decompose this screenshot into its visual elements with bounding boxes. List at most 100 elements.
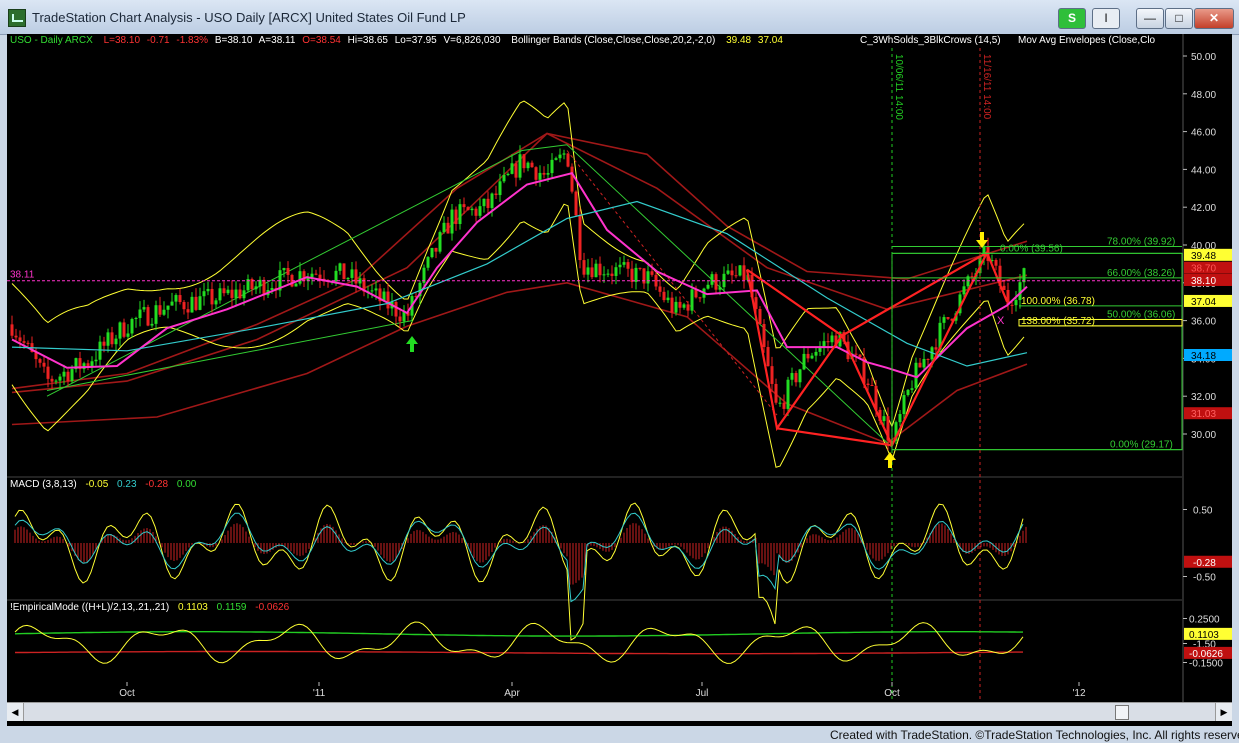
ma-long-line: [11, 200, 1028, 367]
price-axis-label: 32.00: [1191, 392, 1216, 403]
emd-tag-label: 0.1103: [1189, 630, 1219, 641]
price-bar-body: [146, 307, 150, 326]
price-bar-body: [822, 341, 826, 347]
price-bar-body: [14, 335, 18, 338]
price-bar-body: [706, 284, 710, 289]
price-bar-body: [650, 271, 654, 275]
fib-level-label: 66.00% (38.26): [1107, 268, 1175, 279]
emd-title: !EmpiricalMode ((H+L)/2,13,.21,.21): [10, 602, 169, 613]
price-bar-body: [798, 369, 802, 383]
price-bar-body: [514, 163, 518, 178]
price-bar-body: [638, 267, 642, 269]
price-bar-body: [570, 166, 574, 192]
price-bar-body: [490, 193, 494, 208]
price-bar-body: [682, 304, 686, 308]
macd-legend: MACD (3,8,13) -0.05 0.23 -0.28 0.00: [10, 479, 197, 490]
price-bar-body: [102, 341, 106, 346]
legend-envelope: Mov Avg Envelopes (Close,Clo: [1018, 35, 1156, 46]
legend-symbol: USO - Daily ARCX: [10, 35, 93, 46]
price-bar-body: [630, 268, 634, 282]
price-tag-label: 37.04: [1191, 297, 1216, 308]
price-bar-body: [634, 267, 638, 282]
price-bar-body: [122, 322, 126, 337]
price-bar-body: [374, 288, 378, 291]
price-tag-label: 39.48: [1191, 251, 1216, 262]
dashed-down: [566, 150, 778, 416]
s-button[interactable]: S: [1058, 8, 1086, 29]
price-bar-body: [482, 198, 486, 207]
legend-bollinger: Bollinger Bands (Close,Close,Close,20,2,…: [511, 35, 715, 46]
price-bar-body: [1014, 300, 1018, 306]
minimize-button[interactable]: —: [1136, 8, 1164, 29]
price-bar-body: [314, 273, 318, 275]
price-bar-body: [538, 172, 542, 180]
scroll-thumb[interactable]: [1115, 705, 1129, 720]
price-bar-body: [150, 323, 154, 326]
price-bar-body: [734, 275, 738, 277]
price-bar-body: [606, 273, 610, 275]
price-bar-body: [494, 193, 498, 196]
emd-axis-label: -0.1500: [1189, 659, 1223, 670]
chart-area[interactable]: 78.00% (39.92) 0.00% (39.56) 66.00% (38.26…: [7, 34, 1232, 726]
price-bar-body: [134, 318, 138, 320]
price-bar-body: [54, 380, 58, 382]
price-bar-body: [458, 204, 462, 225]
price-bar-body: [154, 305, 158, 324]
price-bar-body: [50, 378, 54, 382]
price-bar-body: [670, 297, 674, 313]
date-axis-label: '12: [1072, 688, 1085, 699]
price-bar-body: [162, 309, 166, 315]
price-bar-body: [118, 322, 122, 339]
i-dropdown-button[interactable]: I: [1092, 8, 1120, 29]
price-bar-body: [46, 366, 50, 379]
horizontal-scrollbar[interactable]: ◀ ▶: [7, 702, 1232, 721]
maximize-button[interactable]: □: [1165, 8, 1193, 29]
tradestation-app-icon: [8, 9, 26, 27]
price-bar-body: [914, 362, 918, 389]
macd-value-1: -0.05: [85, 479, 108, 490]
price-bar-body: [18, 337, 22, 342]
price-bar-body: [10, 324, 14, 336]
price-bar-body: [714, 274, 718, 290]
price-bar-body: [170, 301, 174, 306]
price-bar-body: [578, 215, 582, 261]
price-axis-label: 36.00: [1191, 317, 1216, 328]
price-axis-label: 50.00: [1191, 52, 1216, 63]
price-bar-body: [454, 209, 458, 225]
fib-level-label: 100.00% (36.78): [1021, 296, 1095, 307]
price-bar-body: [462, 204, 466, 208]
price-bar-body: [294, 283, 298, 287]
close-button[interactable]: ✕: [1194, 8, 1234, 29]
price-bar-body: [178, 295, 182, 303]
price-bar-body: [218, 288, 222, 301]
price-bar-body: [354, 269, 358, 284]
price-axis-label: 44.00: [1191, 165, 1216, 176]
price-bar-body: [502, 175, 506, 182]
scroll-right-arrow-icon[interactable]: ▶: [1215, 703, 1232, 721]
price-chart-canvas[interactable]: 78.00% (39.92) 0.00% (39.56) 66.00% (38.26…: [7, 34, 1232, 702]
price-bar-body: [678, 301, 682, 308]
price-bar-body: [186, 309, 190, 313]
scroll-left-arrow-icon[interactable]: ◀: [7, 703, 24, 721]
price-bar-body: [530, 162, 534, 168]
price-bar-body: [338, 263, 342, 271]
price-bar-body: [190, 296, 194, 313]
title-bar[interactable]: TradeStation Chart Analysis - USO Daily …: [0, 0, 1239, 35]
price-bar-body: [622, 262, 626, 265]
price-bar-body: [394, 301, 398, 317]
price-bar-body: [402, 311, 406, 322]
price-bar-body: [110, 332, 114, 345]
price-bar-body: [866, 383, 870, 386]
price-bar-body: [438, 232, 442, 252]
emd-wave-line: [14, 621, 1024, 664]
price-bar-body: [902, 395, 906, 415]
price-bar-body: [222, 288, 226, 294]
price-bar-body: [298, 271, 302, 284]
price-bar-body: [758, 308, 762, 324]
price-bar-body: [738, 265, 742, 276]
price-bar-body: [690, 289, 694, 311]
sell-arrow-icon: [976, 232, 988, 248]
price-bar-body: [498, 181, 502, 196]
date-axis-label: '11: [313, 688, 326, 699]
price-bar-body: [774, 383, 778, 403]
